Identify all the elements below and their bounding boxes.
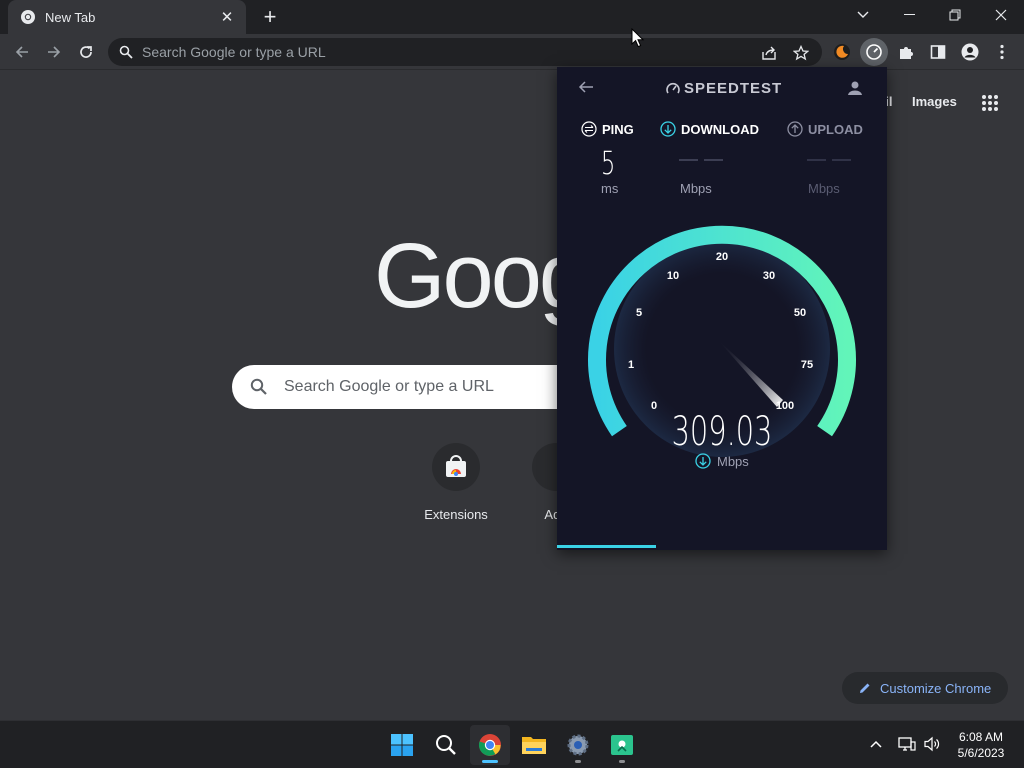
ping-icon xyxy=(581,121,597,137)
gauge-tick: 75 xyxy=(801,359,813,371)
taskbar-chrome[interactable] xyxy=(470,725,510,765)
speedtest-popup: SPEEDTEST PING DOWNLOAD UPLOAD 5 ms Mbps… xyxy=(557,67,887,550)
gauge-tick: 10 xyxy=(667,270,679,282)
network-icon[interactable] xyxy=(897,734,917,754)
ntp-search-placeholder: Search Google or type a URL xyxy=(284,378,494,395)
download-icon xyxy=(695,453,711,469)
current-speed-unit-text: Mbps xyxy=(717,453,749,469)
close-window-button[interactable] xyxy=(978,0,1024,30)
upload-metric-label: UPLOAD xyxy=(787,121,863,137)
current-speed-text: 309.03 xyxy=(671,409,773,455)
upload-unit: Mbps xyxy=(808,181,840,196)
upload-value-placeholder xyxy=(807,159,851,161)
google-apps-grid-icon[interactable] xyxy=(981,94,999,117)
taskbar-search-button[interactable] xyxy=(426,725,466,765)
ping-unit: ms xyxy=(601,181,619,196)
gauge-tick: 50 xyxy=(794,307,806,319)
speedtest-gauge-icon xyxy=(666,82,680,93)
back-button[interactable] xyxy=(8,38,36,66)
pencil-icon xyxy=(860,683,870,693)
upload-label: UPLOAD xyxy=(808,121,863,137)
google-logo: Goog xyxy=(374,225,590,327)
omnibox-placeholder: Search Google or type a URL xyxy=(142,44,326,60)
start-button[interactable] xyxy=(382,725,422,765)
file-explorer-icon xyxy=(522,737,546,754)
close-tab-icon[interactable]: ✕ xyxy=(218,8,236,26)
snipping-tool-icon xyxy=(611,735,633,755)
customize-chrome-button[interactable]: Customize Chrome xyxy=(842,672,1008,704)
system-clock[interactable]: 6:08 AM 5/6/2023 xyxy=(948,729,1014,761)
current-speed-unit: Mbps xyxy=(695,453,749,469)
ping-metric-label: PING xyxy=(581,121,634,137)
taskbar-snipping-tool[interactable] xyxy=(602,725,642,765)
tab-new-tab[interactable]: New Tab ✕ xyxy=(8,0,246,34)
minimize-button[interactable] xyxy=(886,0,932,30)
clock-time: 6:08 AM xyxy=(958,730,1004,744)
current-speed-value: 309.03 xyxy=(557,409,887,455)
search-icon xyxy=(436,735,456,755)
customize-chrome-label: Customize Chrome xyxy=(880,680,992,696)
tab-search-chevron-icon[interactable] xyxy=(840,0,886,30)
download-icon xyxy=(660,121,676,137)
side-panel-icon[interactable] xyxy=(924,38,952,66)
search-icon xyxy=(250,378,267,395)
chrome-menu-icon[interactable] xyxy=(988,38,1016,66)
speedtest-brand: SPEEDTEST xyxy=(684,80,783,97)
extensions-puzzle-icon[interactable] xyxy=(892,38,920,66)
show-hidden-icons-chevron-icon[interactable] xyxy=(866,734,886,754)
new-tab-button[interactable]: + xyxy=(258,4,282,29)
settings-icon xyxy=(567,734,589,756)
browser-toolbar: Search Google or type a URL xyxy=(0,34,1024,70)
upload-icon xyxy=(787,121,803,137)
chrome-icon xyxy=(478,734,501,756)
images-link[interactable]: Images xyxy=(912,94,957,109)
speedtest-logo: SPEEDTEST xyxy=(665,80,782,97)
gauge-tick: 20 xyxy=(716,251,728,263)
download-value-placeholder xyxy=(679,159,723,161)
gauge-tick: 1 xyxy=(628,359,634,371)
clock-date: 5/6/2023 xyxy=(957,746,1005,760)
shortcut-label: Extensions xyxy=(424,507,488,522)
dark-reader-extension-icon[interactable] xyxy=(828,38,856,66)
shortcut-extensions[interactable]: Extensions xyxy=(400,443,512,522)
gauge-tick: 30 xyxy=(763,270,775,282)
bookmark-star-icon[interactable] xyxy=(792,44,810,62)
reload-button[interactable] xyxy=(72,38,100,66)
active-app-indicator xyxy=(482,760,498,763)
start-icon xyxy=(391,734,413,756)
tab-title: New Tab xyxy=(45,9,96,25)
download-label: DOWNLOAD xyxy=(681,121,759,137)
back-arrow-icon[interactable] xyxy=(577,79,601,99)
download-unit: Mbps xyxy=(680,181,712,196)
share-icon[interactable] xyxy=(760,44,778,62)
profile-avatar-icon[interactable] xyxy=(956,38,984,66)
gauge-tick: 5 xyxy=(636,307,642,319)
running-app-indicator xyxy=(619,760,625,763)
restore-button[interactable] xyxy=(932,0,978,30)
user-account-icon[interactable] xyxy=(846,79,864,102)
chrome-favicon-icon xyxy=(21,10,35,24)
download-metric-label: DOWNLOAD xyxy=(660,121,759,137)
search-icon xyxy=(119,45,133,59)
taskbar-file-explorer[interactable] xyxy=(514,725,554,765)
volume-icon[interactable] xyxy=(922,734,942,754)
ping-value: 5 xyxy=(601,144,616,182)
mouse-cursor-icon xyxy=(631,28,645,48)
chrome-web-store-icon xyxy=(432,443,480,491)
ping-label: PING xyxy=(602,121,634,137)
windows-taskbar: 6:08 AM 5/6/2023 xyxy=(0,720,1024,768)
forward-button[interactable] xyxy=(40,38,68,66)
omnibox[interactable]: Search Google or type a URL xyxy=(108,38,822,66)
test-progress-bar xyxy=(557,545,656,548)
taskbar-settings[interactable] xyxy=(558,725,598,765)
tab-strip: New Tab ✕ + xyxy=(0,0,1024,34)
speedtest-extension-icon[interactable] xyxy=(860,38,888,66)
running-app-indicator xyxy=(575,760,581,763)
